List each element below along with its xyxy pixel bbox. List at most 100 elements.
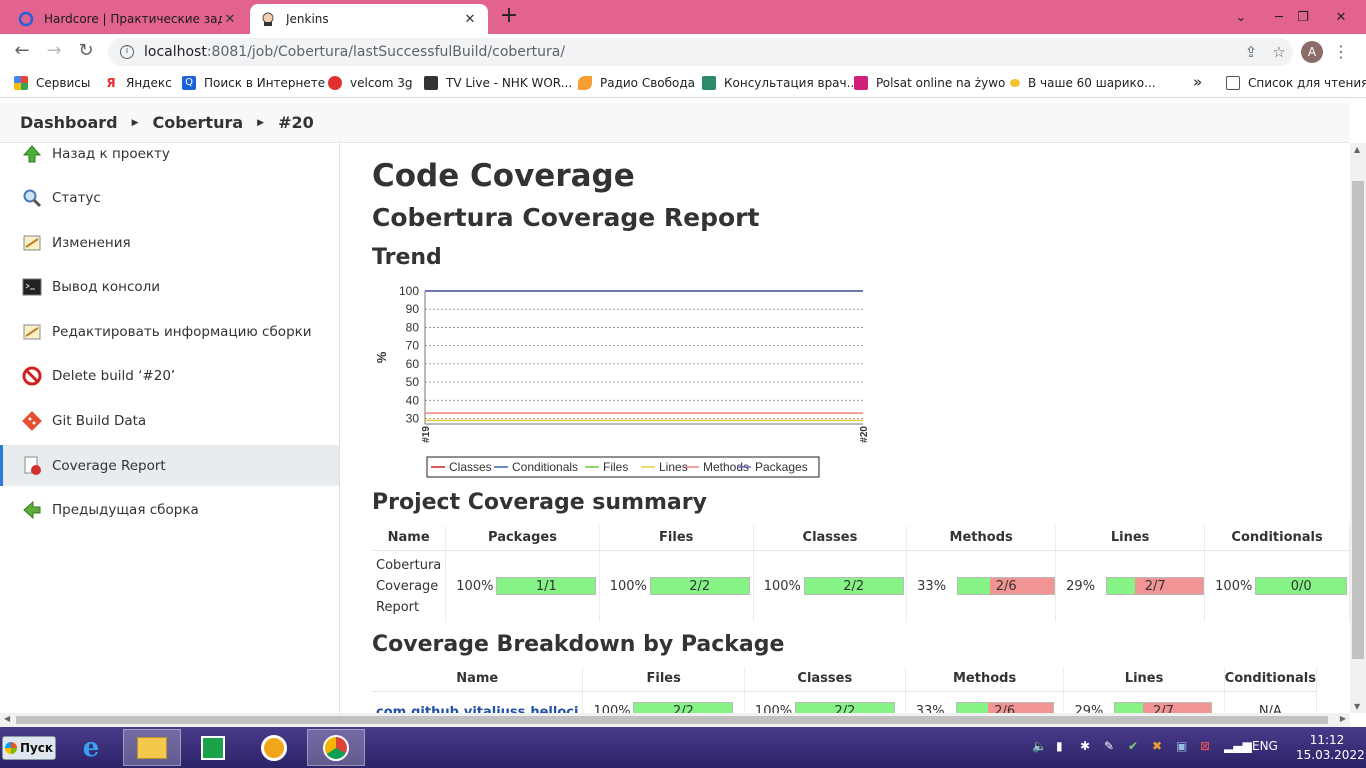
sidebar-item-git-build-data[interactable]: Git Build Data [0, 401, 339, 441]
url-host: localhost [144, 44, 207, 60]
summary-coverage-cell: 100% 1/1 [445, 550, 600, 622]
start-label: Пуск [19, 741, 54, 755]
bookmark-search[interactable]: Q Поиск в Интернете [182, 76, 325, 90]
network-adapter-icon[interactable]: ▮ [1056, 739, 1063, 753]
file-explorer-icon[interactable] [123, 729, 181, 766]
forward-arrow-icon[interactable]: → [42, 40, 66, 64]
reading-list-button[interactable]: Список для чтения [1226, 76, 1366, 90]
column-header: Methods [906, 526, 1057, 551]
bookmark-polsat[interactable]: Polsat online na żywo [854, 76, 1005, 90]
sidebar-item-label: Coverage Report [52, 457, 166, 474]
bookmark-balls[interactable]: В чаше 60 шарико... [1010, 76, 1156, 90]
sidebar-item-back-to-project[interactable]: Назад к проекту [0, 134, 339, 174]
start-button[interactable]: Пуск [2, 736, 56, 760]
nhk-icon [424, 76, 438, 90]
coverage-ratio: 2/2 [834, 704, 856, 713]
coverage-bar: 2/6 [955, 702, 1054, 713]
report-title: Cobertura Coverage Report [372, 203, 760, 232]
check-tray-icon[interactable]: ✔ [1128, 739, 1138, 753]
tab-hardcore[interactable]: Hardcore | Практические задания ✕ [8, 4, 248, 34]
horizontal-scrollbar[interactable]: ◀ ▶ [0, 713, 1350, 727]
bookmark-nhk[interactable]: TV Live - NHK WOR... [424, 76, 572, 90]
coverage-bar: 2/2 [649, 577, 750, 596]
new-tab-button[interactable]: + [498, 5, 520, 28]
display-tray-icon[interactable]: ▣ [1176, 739, 1187, 753]
git-icon [22, 411, 42, 431]
column-header: Lines [1055, 526, 1206, 551]
back-arrow-icon[interactable]: ← [10, 40, 34, 64]
reading-list-icon [1226, 76, 1240, 90]
sidebar-item-label: Предыдущая сборка [52, 502, 199, 518]
summary-coverage-cell: 100% 2/2 [599, 550, 754, 622]
volume-icon[interactable]: 🔈 [1032, 739, 1047, 753]
tab-close-icon[interactable]: ✕ [462, 12, 478, 27]
coverage-percent: 100% [456, 578, 494, 594]
language-indicator[interactable]: ENG [1252, 739, 1278, 753]
vpn-shield-icon[interactable] [245, 729, 303, 766]
bookmark-velcom[interactable]: velcom 3g [328, 76, 413, 90]
bookmark-consultation[interactable]: Консультация врач... [702, 76, 858, 90]
sidebar-item-edit-build-info[interactable]: Редактировать информацию сборки [0, 312, 339, 352]
reload-icon[interactable]: ↻ [74, 40, 98, 64]
bookmark-label: Сервисы [36, 76, 91, 90]
chrome-icon[interactable] [307, 729, 365, 766]
internet-explorer-icon[interactable]: e [62, 729, 120, 766]
close-window-icon[interactable]: ✕ [1316, 0, 1366, 34]
address-bar[interactable]: i localhost:8081/job/Cobertura/lastSucce… [108, 38, 1293, 66]
coverage-bar: 2/7 [1114, 702, 1213, 713]
sidebar-item-delete-build[interactable]: Delete build ‘#20’ [0, 356, 339, 396]
breadcrumb-chevron-icon[interactable]: ▶ [132, 118, 139, 128]
coverage-percent: 29% [1074, 703, 1104, 713]
coverage-percent: 100% [1215, 578, 1253, 594]
bookmark-star-icon[interactable]: ☆ [1265, 43, 1293, 61]
sidebar-item-changes[interactable]: Изменения [0, 223, 339, 263]
row-name: Cobertura Coverage Report [372, 550, 447, 622]
summary-coverage-cell: 33% 2/6 [906, 550, 1057, 622]
more-bookmarks-button[interactable]: » [1193, 73, 1202, 91]
bookmark-services[interactable]: Сервисы [14, 76, 90, 90]
app-tray-icon[interactable]: ✎ [1104, 739, 1114, 753]
store-icon[interactable] [184, 729, 242, 766]
windows-taskbar: Пуск e 🔈 ▮ ✱ ✎ ✔ ✖ ▣ ⊠ ▂▄▆ ENG 11:12 15.… [0, 727, 1366, 768]
coverage-percent: 29% [1066, 578, 1096, 594]
bookmark-label: Polsat online na żywo [876, 76, 1006, 90]
bookmark-yandex[interactable]: Я Яндекс [104, 76, 172, 90]
scrollbar-thumb[interactable] [16, 716, 1328, 724]
table-row: com.github.vitaliuss.helloci 100% 2/2 100%… [372, 691, 1318, 713]
site-info-icon[interactable]: i [120, 45, 134, 59]
vertical-scrollbar[interactable]: ▲ ▼ [1350, 143, 1366, 713]
sidebar-item-previous-build[interactable]: Предыдущая сборка [0, 490, 339, 530]
scroll-down-icon[interactable]: ▼ [1354, 702, 1360, 711]
warning-tray-icon[interactable]: ✖ [1152, 739, 1162, 753]
share-icon[interactable]: ⇪ [1237, 43, 1265, 61]
sidebar-item-coverage-report[interactable]: Coverage Report [0, 445, 339, 486]
column-header: Name [372, 526, 447, 551]
no-entry-icon [22, 366, 42, 386]
package-link[interactable]: com.github.vitaliuss.helloci [376, 705, 578, 713]
breadcrumb-build[interactable]: #20 [278, 113, 314, 132]
jenkins-logo-icon [262, 12, 274, 26]
signal-bars-icon[interactable]: ▂▄▆ [1224, 739, 1252, 753]
browser-menu-icon[interactable]: ⋮ [1333, 42, 1349, 61]
scroll-up-icon[interactable]: ▲ [1354, 145, 1360, 154]
breadcrumb-chevron-icon[interactable]: ▶ [257, 118, 264, 128]
scroll-left-icon[interactable]: ◀ [4, 714, 10, 723]
sidebar-item-label: Изменения [52, 235, 131, 251]
breadcrumb-cobertura[interactable]: Cobertura [153, 113, 244, 132]
sidebar-item-status[interactable]: Статус [0, 178, 339, 218]
y-tick-label: 40 [406, 393, 420, 407]
scroll-right-icon[interactable]: ▶ [1340, 714, 1346, 723]
tab-close-icon[interactable]: ✕ [222, 12, 238, 27]
bluetooth-icon[interactable]: ✱ [1080, 739, 1090, 753]
column-header: Conditionals [1224, 667, 1318, 692]
bookmark-radio-svoboda[interactable]: Радио Свобода [578, 76, 695, 90]
network-disconnected-icon[interactable]: ⊠ [1200, 739, 1210, 753]
profile-avatar[interactable]: A [1301, 41, 1323, 63]
up-arrow-icon [22, 144, 42, 164]
sidebar-item-console[interactable]: Вывод консоли [0, 267, 339, 307]
system-clock[interactable]: 11:12 15.03.2022 [1296, 733, 1365, 763]
scrollbar-thumb[interactable] [1352, 181, 1364, 659]
tab-jenkins[interactable]: Jenkins ✕ [250, 4, 488, 34]
breadcrumb-dashboard[interactable]: Dashboard [20, 113, 118, 132]
tab-title: Hardcore | Практические задания [44, 12, 222, 26]
